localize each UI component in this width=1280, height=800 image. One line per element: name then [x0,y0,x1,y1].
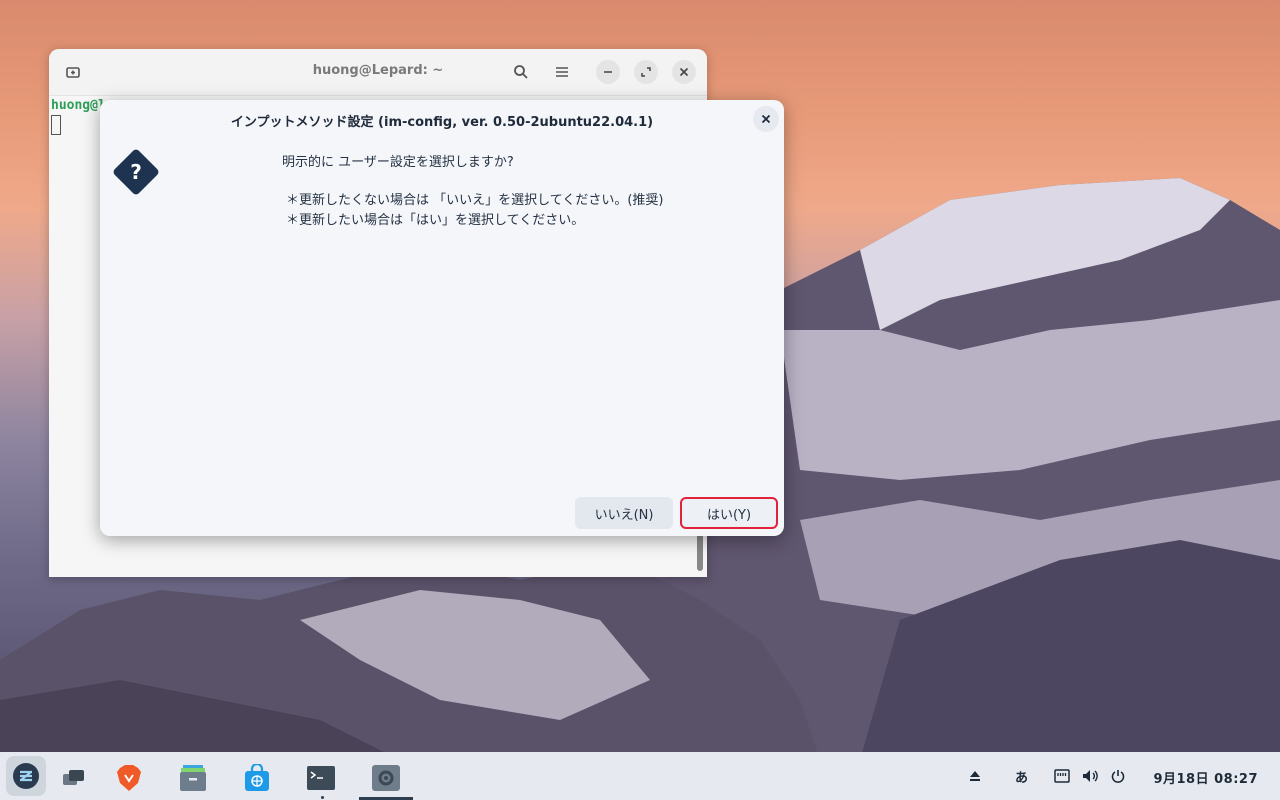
minimize-icon[interactable] [596,60,620,84]
im-config-dialog: インプットメソッド設定 (im-config, ver. 0.50-2ubunt… [100,100,784,536]
software-store-icon[interactable] [239,760,275,796]
close-icon[interactable] [672,60,696,84]
terminal-prompt: huong@l [51,98,106,113]
ime-indicator[interactable]: あ [1015,752,1028,800]
volume-icon[interactable] [1082,752,1100,800]
network-wired-icon[interactable] [1054,752,1070,800]
terminal-header: huong@Lepard: ~ [49,49,707,96]
dialog-message: 明示的に ユーザー設定を選択しますか? ＊更新したくない場合は 「いいえ」を選択… [282,151,664,231]
dialog-line-1: ＊更新したくない場合は 「いいえ」を選択してください。(推奨) [286,193,664,208]
dialog-title: インプットメソッド設定 (im-config, ver. 0.50-2ubunt… [230,115,654,130]
no-button[interactable]: いいえ(N) [575,497,673,529]
dialog-line-2: ＊更新したい場合は「はい」を選択してください。 [286,213,585,228]
eject-icon[interactable] [968,752,982,800]
settings-icon[interactable] [368,760,404,796]
search-icon[interactable] [509,60,533,84]
close-icon [761,114,771,124]
running-app-dot [321,796,324,799]
terminal-cursor [51,115,61,135]
workspaces-icon[interactable] [56,760,92,796]
terminal-icon[interactable] [303,760,339,796]
svg-text:?: ? [130,160,142,184]
power-icon[interactable] [1111,752,1125,800]
menu-icon[interactable] [550,60,574,84]
maximize-icon[interactable] [634,60,658,84]
zorin-menu-icon[interactable] [6,756,46,796]
taskbar: あ 9月18日 08:27 [0,752,1280,800]
yes-button[interactable]: はい(Y) [680,497,778,529]
question-icon: ? [113,149,159,195]
dialog-close-button[interactable] [753,106,779,132]
dialog-question: 明示的に ユーザー設定を選択しますか? [282,155,514,170]
files-icon[interactable] [175,760,211,796]
scrollbar-thumb[interactable] [697,533,703,571]
clock[interactable]: 9月18日 08:27 [1153,768,1258,787]
brave-browser-icon[interactable] [111,760,147,796]
